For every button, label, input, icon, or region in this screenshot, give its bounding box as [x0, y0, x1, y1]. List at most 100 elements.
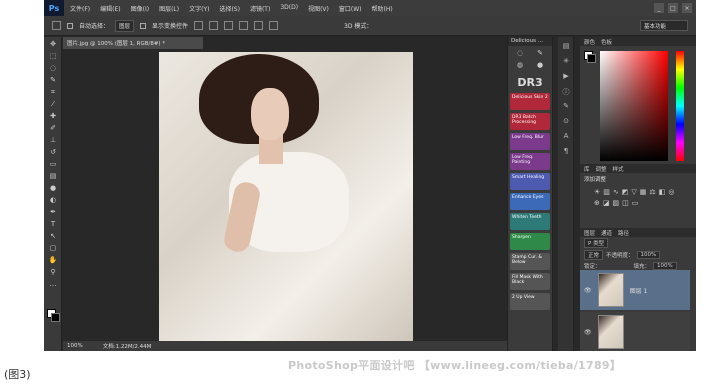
- pen-tool-icon[interactable]: ✒: [48, 207, 58, 217]
- plugin-button[interactable]: 2 Up View: [510, 293, 550, 310]
- document-tab[interactable]: 图片.jpg @ 100% (图层 1, RGB/8#) *: [63, 37, 203, 49]
- lasso-icon[interactable]: ◌: [511, 49, 529, 59]
- hand-tool-icon[interactable]: ✋: [48, 255, 58, 265]
- plugin-button[interactable]: Fill Mask With Black: [510, 273, 550, 290]
- background-swatch[interactable]: [587, 54, 596, 63]
- menu-item[interactable]: 图像(I): [131, 4, 149, 13]
- plugin-button[interactable]: Low Freq. Blur: [510, 133, 550, 150]
- brush-preset-icon[interactable]: ✎: [561, 102, 571, 112]
- eraser-tool-icon[interactable]: ▭: [48, 159, 58, 169]
- vibrance-icon[interactable]: ▽: [631, 188, 636, 196]
- align-right-icon[interactable]: [269, 21, 279, 30]
- history-brush-icon[interactable]: ↺: [48, 147, 58, 157]
- fill-field[interactable]: 100%: [653, 262, 677, 270]
- hue-sat-icon[interactable]: ▦: [640, 188, 647, 196]
- bw-icon[interactable]: ◧: [659, 188, 666, 196]
- layer-row-background[interactable]: 👁: [580, 312, 690, 351]
- move-tool-icon[interactable]: ✥: [48, 39, 58, 49]
- align-left-icon[interactable]: [239, 21, 249, 30]
- blur-tool-icon[interactable]: ●: [48, 183, 58, 193]
- document-photo[interactable]: [159, 52, 413, 341]
- gradient-tool-icon[interactable]: ▤: [48, 171, 58, 181]
- menu-item[interactable]: 3D(D): [280, 4, 298, 13]
- auto-select-checkbox[interactable]: [67, 22, 73, 29]
- dodge-tool-icon[interactable]: ◐: [48, 195, 58, 205]
- clone-source-icon[interactable]: ⊙: [561, 117, 571, 127]
- plugin-button[interactable]: Sharpen: [510, 233, 550, 250]
- workspace-dropdown[interactable]: 基本功能: [640, 20, 688, 31]
- asterisk-icon[interactable]: ✳: [561, 57, 571, 67]
- tab-paths[interactable]: 路径: [618, 229, 629, 237]
- crop-tool-icon[interactable]: ⌗: [48, 87, 58, 97]
- gradient-map-icon[interactable]: ▭: [632, 199, 639, 207]
- channel-mixer-icon[interactable]: ⊕: [594, 199, 600, 207]
- tab-swatches[interactable]: 色板: [601, 38, 612, 46]
- brush-icon[interactable]: ✎: [531, 49, 549, 59]
- plugin-button[interactable]: DR3 Batch Processing: [510, 113, 550, 130]
- color-balance-icon[interactable]: ⚖: [649, 188, 655, 196]
- levels-icon[interactable]: ▥: [603, 188, 610, 196]
- menu-item[interactable]: 文件(F): [70, 4, 90, 13]
- tab-styles[interactable]: 样式: [613, 165, 624, 173]
- quick-select-tool-icon[interactable]: ✎: [48, 75, 58, 85]
- character-icon[interactable]: A: [561, 132, 571, 142]
- align-top-icon[interactable]: [194, 21, 204, 30]
- maximize-button[interactable]: □: [668, 3, 678, 13]
- tab-layers[interactable]: 图层: [584, 229, 595, 237]
- auto-select-dropdown[interactable]: 图层: [115, 19, 135, 32]
- align-middle-icon[interactable]: [209, 21, 219, 30]
- more-tools-icon[interactable]: …: [48, 279, 58, 289]
- plugin-button[interactable]: Stamp Cur. & Below: [510, 253, 550, 270]
- plugin-button[interactable]: Enhance Eyes: [510, 193, 550, 210]
- zoom-tool-icon[interactable]: ⚲: [48, 267, 58, 277]
- eyedropper-tool-icon[interactable]: ⁄: [48, 99, 58, 109]
- stamp-tool-icon[interactable]: ⊥: [48, 135, 58, 145]
- shape-tool-icon[interactable]: ▢: [48, 243, 58, 253]
- plugin-button[interactable]: Low Freq. Painting: [510, 153, 550, 170]
- align-center-icon[interactable]: [254, 21, 264, 30]
- path-select-icon[interactable]: ↖: [48, 231, 58, 241]
- paragraph-icon[interactable]: ¶: [561, 147, 571, 157]
- blend-mode-dropdown[interactable]: 正常: [584, 250, 604, 260]
- menu-item[interactable]: 窗口(W): [339, 4, 362, 13]
- invert-icon[interactable]: ◪: [603, 199, 610, 207]
- visibility-eye-icon[interactable]: 👁: [584, 329, 592, 336]
- mask-icon[interactable]: ◍: [511, 61, 529, 71]
- exposure-icon[interactable]: ◩: [622, 188, 629, 196]
- menu-item[interactable]: 图层(L): [159, 4, 179, 13]
- menu-item[interactable]: 滤镜(T): [250, 4, 270, 13]
- layer-name[interactable]: 图层 1: [630, 286, 648, 295]
- plugin-button[interactable]: Delicious Skin 2: [510, 93, 550, 110]
- blob-icon[interactable]: ●: [531, 61, 549, 71]
- threshold-icon[interactable]: ◫: [622, 199, 629, 207]
- tab-color[interactable]: 颜色: [584, 38, 595, 46]
- brush-tool-icon[interactable]: ✐: [48, 123, 58, 133]
- tab-libraries[interactable]: 库: [584, 165, 590, 173]
- marquee-tool-icon[interactable]: ⬚: [48, 51, 58, 61]
- canvas-area[interactable]: [63, 49, 541, 341]
- menu-item[interactable]: 视图(V): [308, 4, 329, 13]
- opacity-field[interactable]: 100%: [636, 251, 661, 259]
- type-tool-icon[interactable]: T: [48, 219, 58, 229]
- layer-row-selected[interactable]: 👁 图层 1: [580, 270, 690, 310]
- menu-item[interactable]: 编辑(E): [100, 4, 120, 13]
- plugin-button[interactable]: Whiten Teeth: [510, 213, 550, 230]
- lasso-tool-icon[interactable]: ◌: [48, 63, 58, 73]
- background-color-swatch[interactable]: [51, 313, 60, 322]
- show-transform-checkbox[interactable]: [140, 22, 147, 29]
- actions-icon[interactable]: ▶: [561, 72, 571, 82]
- color-picker-field[interactable]: [600, 51, 668, 161]
- healing-tool-icon[interactable]: ✚: [48, 111, 58, 121]
- brightness-icon[interactable]: ☀: [594, 188, 600, 196]
- menu-item[interactable]: 选择(S): [219, 4, 240, 13]
- history-icon[interactable]: ▤: [561, 42, 571, 52]
- move-tool-icon[interactable]: [52, 21, 61, 30]
- tab-adjustments[interactable]: 调整: [596, 165, 607, 173]
- curves-icon[interactable]: ∿: [613, 188, 619, 196]
- hue-slider[interactable]: [676, 51, 684, 161]
- layer-kind-filter[interactable]: P 类型: [584, 238, 609, 248]
- menu-item[interactable]: 文字(Y): [189, 4, 209, 13]
- visibility-eye-icon[interactable]: 👁: [584, 287, 592, 294]
- tab-channels[interactable]: 通道: [601, 229, 612, 237]
- plugin-button[interactable]: Smart Healing: [510, 173, 550, 190]
